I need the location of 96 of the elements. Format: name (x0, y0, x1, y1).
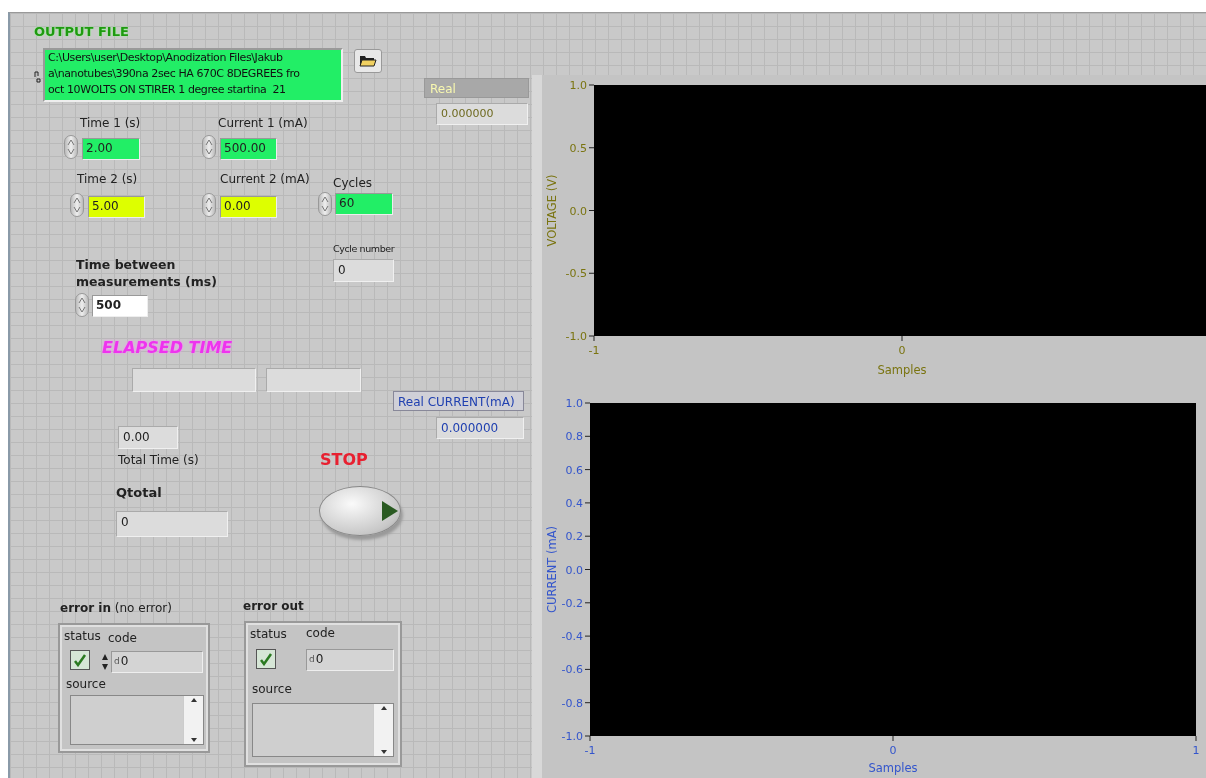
control-label: Time between measurements (ms) (76, 256, 218, 290)
tick-mark (901, 335, 903, 342)
tick-mark (584, 635, 591, 637)
scrollbar[interactable] (183, 696, 203, 744)
field-label: code (306, 626, 335, 640)
numeric-field[interactable]: d 0 (306, 649, 394, 671)
tick-label: -1 (584, 744, 596, 757)
control-label: error out (243, 599, 304, 613)
radix-indicator: d (114, 655, 120, 668)
tick-mark (584, 402, 591, 404)
control-label: Current 1 (mA) (218, 116, 308, 130)
browse-button[interactable] (354, 49, 382, 73)
control-label: Current 2 (mA) (220, 172, 310, 186)
numeric-indicator: 0 (333, 259, 394, 282)
field-value: 0 (120, 653, 129, 670)
tick-label: -0.8 (561, 696, 583, 710)
tick-mark (588, 210, 595, 211)
numeric-field[interactable]: d 0 (111, 651, 203, 673)
tick-label: -1.0 (565, 330, 587, 343)
axis-title: CURRENT (mA) (545, 526, 559, 613)
tick-mark (588, 272, 595, 274)
tick-label: -1 (588, 344, 600, 357)
tick-label: 0.5 (569, 141, 587, 155)
section-heading: ELAPSED TIME (102, 339, 233, 357)
numeric-field[interactable]: 60 (335, 193, 393, 215)
field-value: 0 (315, 651, 324, 668)
tick-label: 1 (1192, 744, 1200, 757)
control-label: OUTPUT FILE (34, 25, 129, 39)
scroll-up-icon[interactable] (189, 696, 198, 704)
tick-label: 0.6 (565, 463, 583, 477)
numeric-field[interactable]: 500 (92, 295, 148, 317)
control-label: Total Time (s) (118, 453, 199, 467)
numeric-indicator: 0.000000 (436, 417, 524, 439)
control-label: Cycle number (333, 242, 395, 256)
tick-mark (584, 535, 591, 537)
control-label: Cycles (333, 176, 373, 190)
numeric-indicator: 0.000000 (436, 103, 528, 125)
scrollbar[interactable] (373, 704, 393, 756)
source-field[interactable] (70, 695, 204, 745)
axis-title: Samples (877, 363, 927, 377)
numeric-field[interactable]: 500.00 (220, 138, 277, 160)
tick-label: 0.0 (565, 563, 583, 577)
tick-label: 0.2 (565, 530, 583, 544)
numeric-indicator: 0.00 (118, 426, 178, 449)
tick-label: -0.5 (565, 267, 587, 281)
field-label: source (66, 677, 106, 691)
numeric-indicator: 0 (116, 511, 228, 537)
status-checkbox[interactable] (70, 650, 90, 670)
scroll-down-icon[interactable] (379, 748, 388, 756)
numeric-field[interactable]: 0.00 (220, 196, 277, 218)
control-label: Time 2 (s) (77, 172, 138, 186)
folder-icon (359, 55, 377, 67)
control-label: Qtotal (116, 486, 162, 500)
tick-mark (584, 569, 591, 570)
radix-indicator: d (309, 653, 315, 666)
tick-label: 1.0 (569, 79, 587, 92)
path-field[interactable]: C:\Users\user\Desktop\Anodization Files\Jakub a\nanotubes\390na 2sec HA 670C 8DEGREES fro oct 10WOLTS ON STIRER 1 degree startina 21 (43, 48, 343, 102)
tick-label: 0 (889, 744, 897, 757)
play-icon (380, 500, 400, 522)
tick-label: 0.8 (565, 430, 583, 444)
tick-label: 0 (898, 344, 906, 357)
tick-label: -1.0 (561, 730, 583, 743)
tick-mark (1195, 735, 1197, 742)
field-label: source (252, 682, 292, 696)
tick-mark (892, 735, 894, 742)
indicator-label: Real (424, 78, 529, 98)
scroll-down-icon[interactable] (189, 736, 198, 744)
indicator-label: Real CURRENT(mA) (393, 391, 524, 411)
tick-mark (584, 602, 591, 604)
tick-mark (588, 84, 595, 86)
tick-label: 0.4 (565, 496, 583, 510)
numeric-field[interactable]: 5.00 (88, 196, 145, 218)
scroll-up-icon[interactable] (379, 704, 388, 712)
field-label: status (250, 627, 287, 641)
tick-mark (584, 702, 591, 704)
control-label: Time 1 (s) (80, 116, 141, 130)
tick-mark (584, 435, 591, 437)
tick-mark (584, 469, 591, 471)
tick-label: -0.4 (561, 630, 583, 644)
axis-title: VOLTAGE (V) (545, 174, 559, 247)
status-checkbox[interactable] (256, 649, 276, 669)
control-label: error in (no error) (60, 601, 172, 615)
tick-label: -0.2 (561, 596, 583, 610)
tick-label: 0.0 (569, 204, 587, 218)
tick-mark (584, 668, 591, 670)
stop-button[interactable] (319, 486, 401, 536)
axis-title: Samples (868, 761, 918, 775)
numeric-field[interactable]: 2.00 (82, 138, 140, 160)
field-label: status (64, 629, 101, 643)
control-label: STOP (320, 453, 368, 467)
tick-mark (588, 147, 595, 149)
field-label: code (108, 631, 137, 645)
tick-label: 1.0 (565, 397, 583, 410)
tick-mark (584, 502, 591, 504)
tick-label: -0.6 (561, 663, 583, 677)
source-field[interactable] (252, 703, 394, 757)
